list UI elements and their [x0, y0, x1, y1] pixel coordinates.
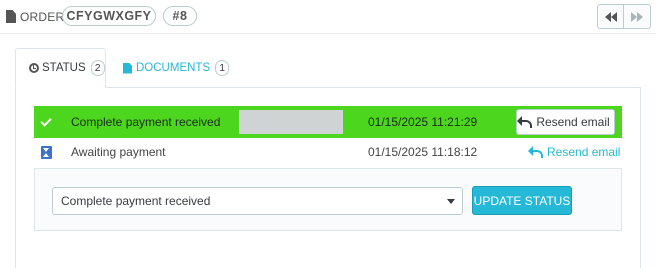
- tab-status-label: Status: [42, 62, 86, 74]
- order-number-badge: #8: [163, 6, 197, 26]
- file-icon: [123, 62, 132, 74]
- employee-name-placeholder: [239, 110, 343, 134]
- history-row: Complete payment received 01/15/2025 11:…: [34, 106, 622, 138]
- tab-documents-label: Documents: [136, 62, 211, 74]
- resend-email-label: Resend email: [536, 115, 610, 129]
- tab-status-count: 2: [90, 60, 105, 76]
- next-order-button[interactable]: [624, 4, 651, 29]
- clock-icon: [29, 63, 39, 73]
- resend-email-link-label: Resend email: [547, 145, 621, 159]
- previous-order-button[interactable]: [597, 4, 624, 29]
- update-status-form: Complete payment received Update status: [34, 168, 622, 231]
- hourglass-icon: [40, 145, 52, 159]
- order-header: Order CFYGWXGFY #8: [0, 0, 656, 34]
- history-status: Complete payment received: [71, 115, 221, 129]
- history-row: Awaiting payment 01/15/2025 11:18:12 Res…: [34, 141, 622, 163]
- update-status-button[interactable]: Update status: [472, 186, 572, 215]
- resend-email-link[interactable]: Resend email: [528, 145, 621, 159]
- resend-email-button[interactable]: Resend email: [516, 109, 615, 135]
- history-status: Awaiting payment: [71, 145, 166, 159]
- history-date: 01/15/2025 11:21:29: [368, 115, 478, 129]
- caret-down-icon: [447, 199, 455, 204]
- order-label: Order: [20, 10, 65, 24]
- reply-icon: [517, 115, 533, 128]
- tab-status[interactable]: Status 2: [15, 48, 106, 88]
- order-reference-badge: CFYGWXGFY: [62, 6, 156, 26]
- reply-icon: [528, 145, 543, 158]
- history-date: 01/15/2025 11:18:12: [368, 145, 478, 159]
- order-document-icon: [6, 10, 16, 23]
- tab-documents[interactable]: Documents 1: [123, 48, 230, 88]
- order-status-selected: Complete payment received: [61, 194, 211, 208]
- order-status-select[interactable]: Complete payment received: [52, 187, 463, 215]
- check-icon: [40, 114, 52, 127]
- tab-documents-count: 1: [215, 60, 230, 76]
